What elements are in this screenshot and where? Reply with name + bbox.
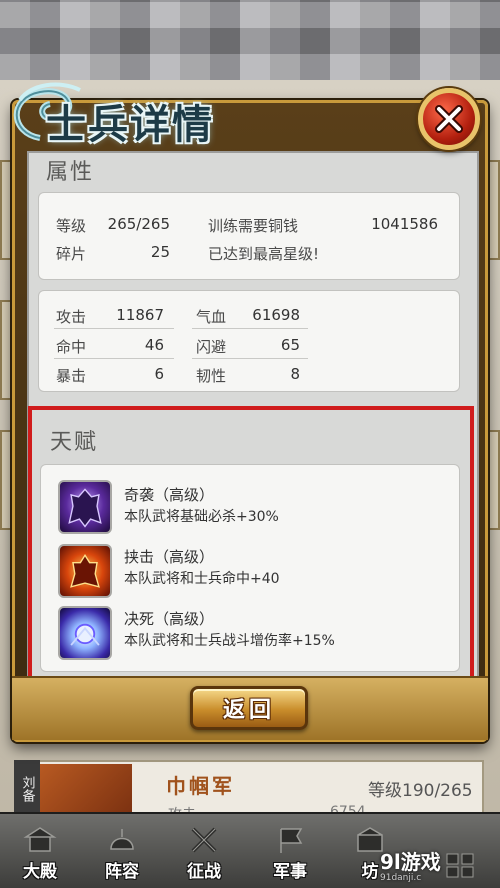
- level-value: 265/265: [107, 215, 170, 233]
- attack-label: 攻击: [56, 308, 87, 326]
- attack-value: 11867: [116, 306, 164, 324]
- crit-value: 6: [154, 365, 164, 383]
- hp-label: 气血: [196, 308, 227, 326]
- hit-value: 46: [144, 336, 164, 354]
- nav-label: 征战: [187, 862, 221, 882]
- crossed-axes-icon: [191, 827, 217, 853]
- helmet-icon: [110, 829, 134, 850]
- nav-campaign[interactable]: 征战: [164, 812, 244, 888]
- nav-military[interactable]: 军事: [250, 812, 330, 888]
- fragments-value: 25: [150, 243, 170, 261]
- hit-label: 命中: [56, 338, 87, 356]
- talent-desc: 本队武将和士兵命中+40: [124, 571, 280, 587]
- dark-warrior-icon: [58, 480, 112, 534]
- close-icon: [435, 105, 463, 133]
- fire-warrior-icon: [58, 544, 112, 598]
- stat-divider: [192, 358, 308, 359]
- nav-label: 坊: [361, 862, 379, 882]
- nav-label: 军事: [273, 862, 307, 882]
- back-button[interactable]: 返回: [190, 686, 308, 730]
- stat-divider: [54, 328, 174, 329]
- card-portrait: [40, 764, 132, 818]
- talent-name: 挟击（高级）: [124, 548, 215, 566]
- max-star-note: 已达到最高星级!: [208, 245, 320, 263]
- card-general-tag: 刘备: [14, 760, 40, 818]
- talent-name: 奇袭（高级）: [124, 486, 215, 504]
- train-cost-label: 训练需要铜钱: [208, 217, 299, 235]
- train-cost-value: 1041586: [371, 215, 438, 233]
- watermark-sub: 91danji.c: [380, 873, 422, 883]
- palace-icon: [23, 827, 57, 852]
- status-bar: [0, 0, 500, 80]
- dialog-title: 士兵详情: [46, 102, 214, 148]
- fist-burst-icon: [58, 606, 112, 660]
- fragments-label: 碎片: [56, 245, 87, 263]
- talent-desc: 本队武将基础必杀+30%: [124, 509, 279, 525]
- talent-name: 决死（高级）: [124, 610, 215, 628]
- card-level: 等级190/265: [368, 781, 473, 801]
- dodge-label: 闪避: [196, 338, 227, 356]
- stat-divider: [54, 358, 174, 359]
- talents-heading: 天赋: [50, 430, 99, 455]
- watermark-text: 9l游戏: [380, 850, 441, 874]
- nav-label: 阵容: [105, 862, 139, 882]
- crit-label: 暴击: [56, 367, 87, 385]
- toughness-label: 韧性: [196, 367, 227, 385]
- talent-desc: 本队武将和士兵战斗增伤率+15%: [124, 633, 335, 649]
- nav-label: 大殿: [23, 862, 57, 882]
- stat-divider: [192, 328, 308, 329]
- toughness-value: 8: [290, 365, 300, 383]
- close-button[interactable]: [418, 88, 480, 150]
- card-soldier-name: 巾帼军: [166, 774, 235, 798]
- nav-lineup[interactable]: 阵容: [82, 812, 162, 888]
- hp-value: 61698: [252, 306, 300, 324]
- nav-palace[interactable]: 大殿: [0, 812, 80, 888]
- attributes-panel: [38, 192, 460, 280]
- site-watermark: 9l游戏 91danji.c: [380, 846, 492, 883]
- attributes-heading: 属性: [46, 160, 95, 185]
- level-label: 等级: [56, 217, 87, 235]
- flag-icon: [280, 828, 303, 853]
- dodge-value: 65: [280, 336, 300, 354]
